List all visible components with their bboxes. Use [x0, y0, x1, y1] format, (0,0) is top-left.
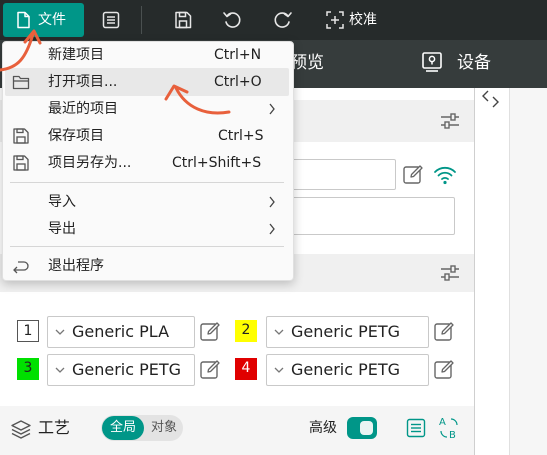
plate-type-select[interactable]: [279, 197, 455, 235]
settings-sliders-icon[interactable]: [439, 110, 461, 132]
tab-device[interactable]: 设备: [457, 52, 491, 74]
edit-icon[interactable]: [433, 321, 455, 343]
process-section-header: [0, 406, 474, 455]
save-icon: [13, 128, 29, 144]
file-icon: [17, 11, 30, 29]
switch-knob: [360, 421, 373, 435]
process-title: 工艺: [38, 418, 71, 437]
filament-slot-1[interactable]: 1: [17, 320, 39, 342]
file-menu-label: 文件: [38, 12, 66, 28]
calibrate-label[interactable]: 校准: [349, 11, 377, 29]
compare-icon[interactable]: A B: [438, 415, 460, 441]
menu-item-exit[interactable]: 退出程序: [48, 257, 104, 275]
shortcut-new-project: Ctrl+N: [214, 47, 262, 63]
calibrate-icon[interactable]: [325, 10, 345, 30]
shortcut-save-as: Ctrl+Shift+S: [172, 155, 262, 171]
device-icon[interactable]: [421, 51, 443, 73]
notes-icon[interactable]: [101, 10, 121, 30]
printer-select[interactable]: [280, 159, 396, 190]
svg-text:B: B: [449, 430, 456, 441]
edit-icon[interactable]: [199, 321, 221, 343]
chevron-right-icon: [269, 223, 275, 235]
filament-name-4: Generic PETG: [291, 360, 401, 379]
menu-separator: [10, 182, 284, 183]
filament-name-1: Generic PLA: [72, 322, 170, 341]
save-as-icon: [13, 155, 29, 171]
menu-item-import[interactable]: 导入: [48, 193, 76, 211]
edit-icon[interactable]: [199, 359, 221, 381]
menu-item-recent-projects[interactable]: 最近的项目: [48, 100, 118, 118]
filament-slot-4[interactable]: 4: [235, 358, 257, 380]
scope-global-option[interactable]: 全局: [102, 416, 144, 440]
menu-item-new-project[interactable]: 新建项目: [48, 46, 104, 64]
chevron-right-icon: [269, 103, 275, 115]
filament-name-2: Generic PETG: [291, 322, 401, 341]
filament-slot-2[interactable]: 2: [235, 320, 257, 342]
menu-item-open-project[interactable]: 打开项目...: [48, 73, 117, 91]
chevron-down-icon: [55, 329, 65, 335]
advanced-label: 高级: [309, 420, 337, 436]
chevron-down-icon: [55, 367, 65, 373]
scope-object-option[interactable]: 对象: [146, 416, 182, 440]
edit-icon[interactable]: [402, 164, 424, 186]
save-icon[interactable]: [173, 10, 193, 30]
redo-icon[interactable]: [273, 10, 293, 30]
filament-settings-icon[interactable]: [439, 262, 461, 284]
filament-select-2[interactable]: Generic PETG: [266, 316, 429, 348]
chevron-down-icon: [274, 367, 284, 373]
filament-name-3: Generic PETG: [72, 360, 182, 379]
wifi-icon[interactable]: [433, 164, 457, 186]
menu-separator: [10, 246, 284, 247]
advanced-switch[interactable]: [347, 417, 377, 439]
undo-icon[interactable]: [222, 10, 242, 30]
toolbar-separator: [141, 6, 142, 34]
filament-select-1[interactable]: Generic PLA: [47, 316, 195, 348]
list-icon[interactable]: [405, 417, 427, 439]
shortcut-open-project: Ctrl+O: [214, 74, 262, 90]
filament-select-3[interactable]: Generic PETG: [47, 354, 195, 386]
collapse-toggle-icon[interactable]: [481, 88, 501, 110]
filament-select-4[interactable]: Generic PETG: [266, 354, 429, 386]
panel-divider: [474, 88, 475, 455]
filament-slot-3[interactable]: 3: [17, 358, 39, 380]
collapse-strip: [475, 88, 510, 455]
layers-icon: [11, 420, 31, 439]
svg-text:A: A: [439, 417, 446, 428]
file-menu-button[interactable]: 文件: [3, 3, 84, 37]
tab-preview[interactable]: 预览: [290, 52, 324, 74]
menu-item-save-project[interactable]: 保存项目: [48, 127, 104, 145]
folder-icon: [12, 75, 30, 90]
menu-item-export[interactable]: 导出: [48, 220, 76, 238]
shortcut-save-project: Ctrl+S: [218, 128, 264, 144]
chevron-right-icon: [269, 196, 275, 208]
exit-icon: [13, 261, 29, 274]
menu-item-save-as[interactable]: 项目另存为...: [48, 154, 131, 172]
edit-icon[interactable]: [433, 359, 455, 381]
chevron-down-icon: [274, 329, 284, 335]
